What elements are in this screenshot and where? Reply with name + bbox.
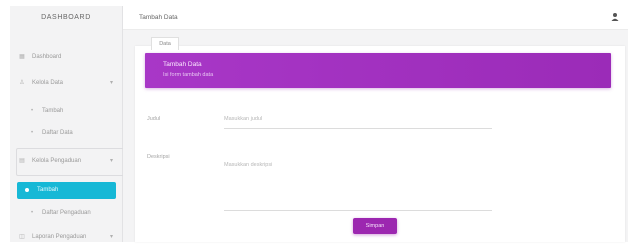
sidebar-brand: DASHBOARD — [41, 14, 91, 21]
sidebar-item-kelola-data[interactable]: ♙ Kelola Data ▾ — [18, 76, 113, 90]
list-icon: ▤ — [19, 158, 25, 164]
chevron-down-icon: ▾ — [110, 158, 114, 164]
sidebar-subitem-active[interactable]: Tambah — [17, 182, 116, 199]
sidebar-item-label: Tambah — [37, 187, 59, 193]
sidebar: DASHBOARD ▦ Dashboard ♙ Kelola Data ▾ • Tam… — [10, 6, 126, 242]
sidebar-item-label: Kelola Data — [32, 80, 64, 86]
sidebar-item-label: Laporan Pengaduan — [32, 234, 87, 240]
bullet-icon: • — [30, 108, 34, 114]
card-tab[interactable]: Data — [151, 37, 179, 50]
field-label: Judul — [147, 116, 161, 122]
form-card: Data Tambah Data Isi form tambah data Ju… — [135, 37, 625, 242]
banner-title: Tambah Data — [163, 61, 202, 68]
sidebar-subitem-daftar-data[interactable]: • Daftar Data — [28, 126, 73, 140]
topbar: Tambah Data — [123, 6, 628, 30]
bullet-icon: • — [30, 130, 34, 136]
sidebar-item-label: Kelola Pengaduan — [32, 158, 82, 164]
sidebar-subitem-daftar-pengaduan[interactable]: • Daftar Pengaduan — [28, 206, 91, 220]
chevron-down-icon: ▾ — [110, 80, 114, 86]
judul-input[interactable]: Masukkan judul — [224, 116, 492, 129]
field-label: Deskripsi — [147, 154, 170, 160]
sidebar-subitem-tambah[interactable]: • Tambah — [28, 104, 63, 118]
banner-subtitle: Isi form tambah data — [163, 72, 214, 78]
deskripsi-textarea[interactable]: Masukkan deskripsi — [224, 162, 492, 211]
sidebar-item-dashboard[interactable]: ▦ Dashboard — [18, 50, 61, 64]
dashboard-icon: ▦ — [19, 54, 25, 60]
page-title: Tambah Data — [139, 14, 178, 21]
bullet-icon — [25, 188, 29, 192]
people-icon: ♙ — [19, 80, 25, 86]
sidebar-item-label: Daftar Data — [42, 130, 73, 136]
app-root: DASHBOARD ▦ Dashboard ♙ Kelola Data ▾ • Tam… — [0, 0, 632, 242]
main-content: Data Tambah Data Isi form tambah data Ju… — [123, 30, 628, 242]
card-header-banner: Tambah Data Isi form tambah data — [145, 53, 611, 88]
bullet-icon: • — [30, 210, 34, 216]
sidebar-item-label: Daftar Pengaduan — [42, 210, 91, 216]
sidebar-item-kelola-pengaduan[interactable]: ▤ Kelola Pengaduan ▾ — [18, 154, 113, 168]
sidebar-item-label: Dashboard — [32, 54, 62, 60]
user-icon[interactable] — [610, 12, 620, 22]
submit-button[interactable]: Simpan — [353, 218, 397, 234]
sidebar-item-label: Tambah — [42, 108, 64, 114]
